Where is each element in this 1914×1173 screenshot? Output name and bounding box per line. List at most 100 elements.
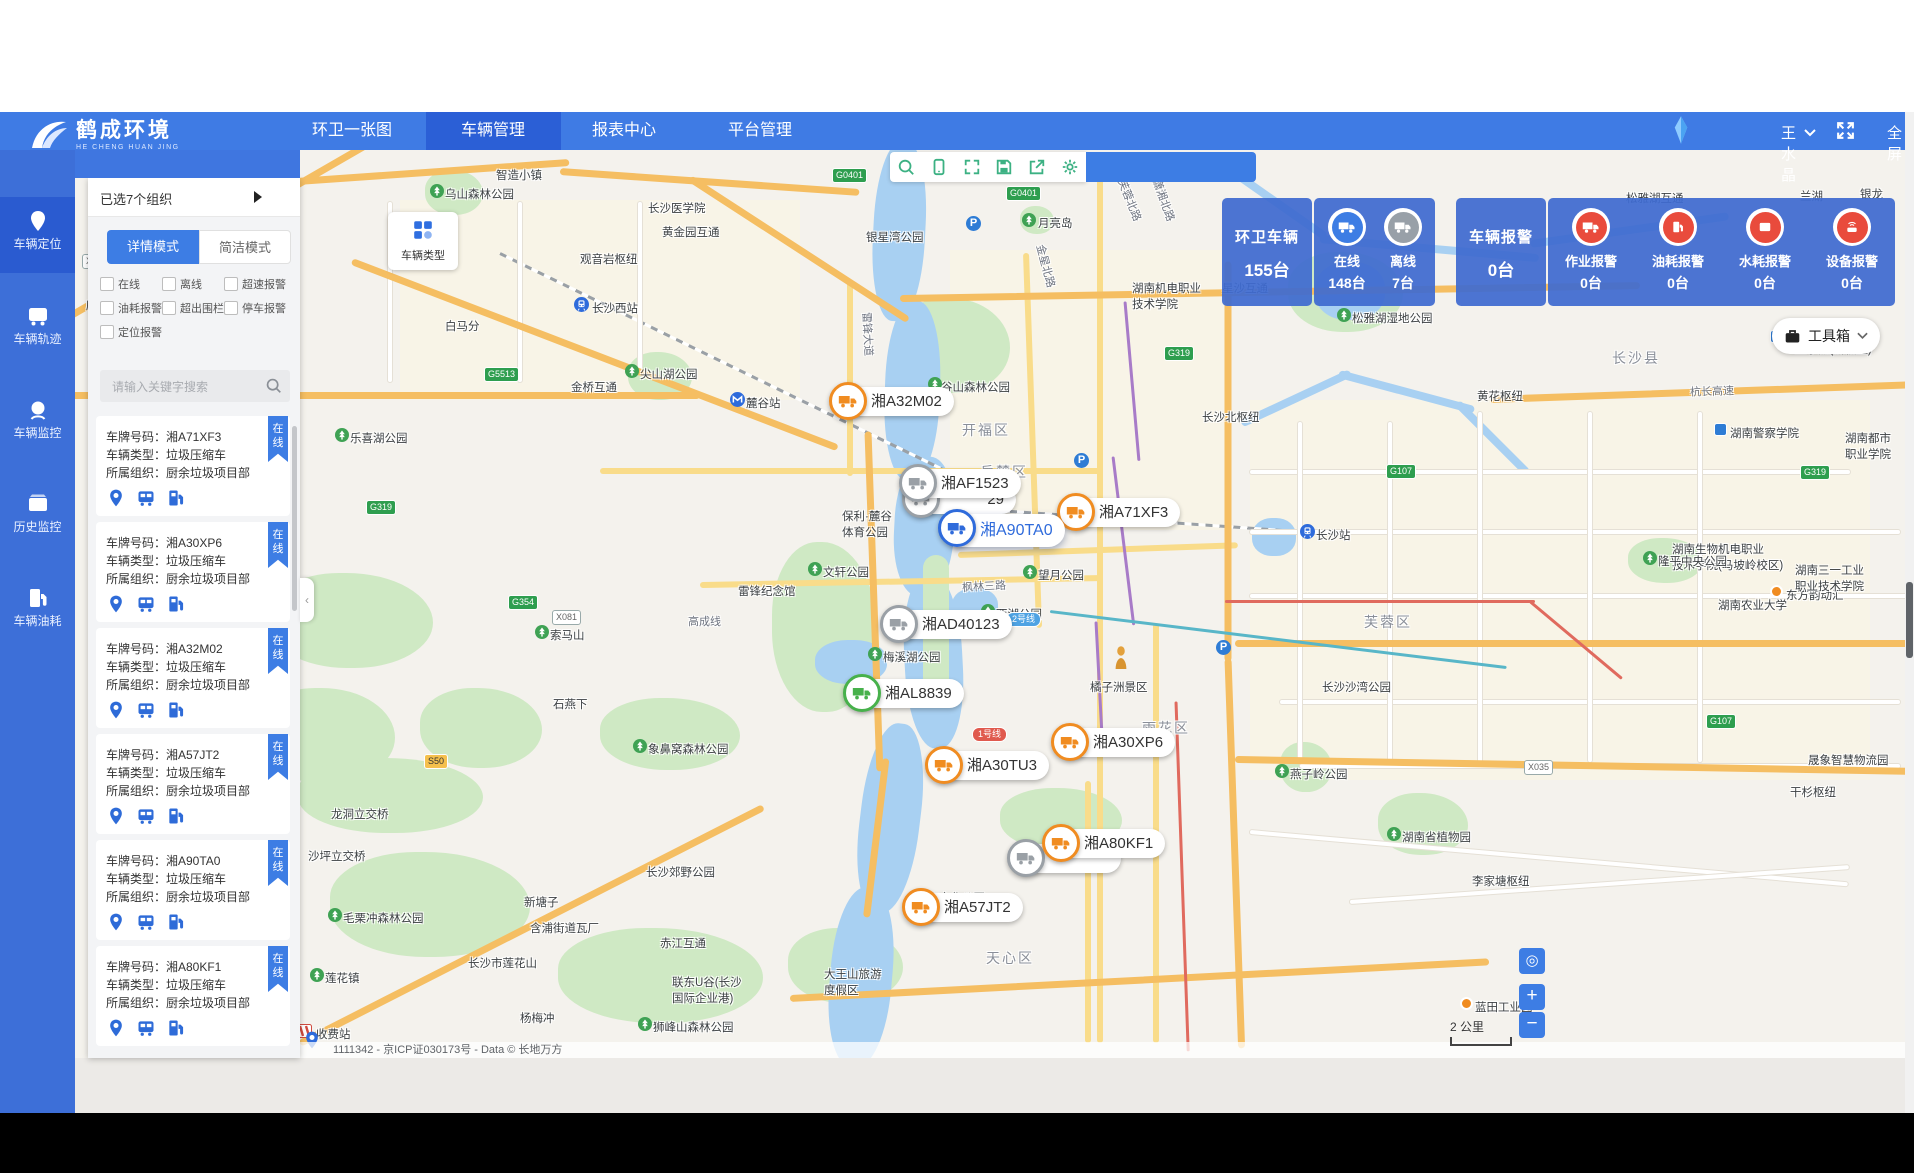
sidebar-item-3[interactable]: 车辆监控 bbox=[0, 386, 75, 462]
map-label: 雷锋大道 bbox=[859, 312, 877, 357]
truck-status-icon bbox=[1572, 208, 1610, 246]
locate-button[interactable]: ◎ bbox=[1519, 948, 1545, 974]
briefcase-icon bbox=[1784, 328, 1801, 345]
vehicle-truck-icon bbox=[1042, 824, 1080, 862]
locate-vehicle-icon[interactable] bbox=[106, 700, 126, 720]
fuel-vehicle-icon[interactable] bbox=[166, 1018, 186, 1038]
vehicle-truck-icon bbox=[899, 464, 937, 502]
page-scrollbar-thumb[interactable] bbox=[1906, 582, 1913, 658]
vehicle-card-1[interactable]: 车牌号码：湘A71XF3车辆类型：垃圾压缩车所属组织：厨余垃圾项目部在线 bbox=[96, 416, 290, 516]
map-label: 白马分 bbox=[445, 318, 480, 334]
checkbox[interactable] bbox=[100, 325, 114, 339]
left-sidebar: 车辆定位车辆轨迹车辆监控历史监控车辆油耗 bbox=[0, 150, 75, 1113]
nav-item-2[interactable]: 车辆管理 bbox=[426, 112, 561, 150]
save-icon[interactable] bbox=[995, 158, 1013, 176]
locate-vehicle-icon[interactable] bbox=[106, 594, 126, 614]
locate-vehicle-icon[interactable] bbox=[106, 488, 126, 508]
sidebar-item-label: 历史监控 bbox=[13, 520, 61, 534]
checkbox[interactable] bbox=[162, 277, 176, 291]
checkbox[interactable] bbox=[224, 277, 238, 291]
expand-right-icon[interactable] bbox=[254, 191, 262, 203]
locate-vehicle-icon[interactable] bbox=[106, 912, 126, 932]
panel-scrollbar[interactable] bbox=[292, 426, 297, 611]
share-icon[interactable] bbox=[1028, 158, 1046, 176]
track-vehicle-icon[interactable] bbox=[136, 912, 156, 932]
track-vehicle-icon[interactable] bbox=[136, 488, 156, 508]
user-avatar[interactable] bbox=[1666, 115, 1696, 145]
sidebar-item-5[interactable]: 车辆油耗 bbox=[0, 574, 75, 650]
map-label: 联东U谷(长沙 国际企业港) bbox=[672, 974, 742, 1006]
nav-item-4[interactable]: 平台管理 bbox=[705, 112, 815, 150]
fullscreen-icon[interactable] bbox=[1835, 120, 1856, 141]
nav-item-3[interactable]: 报表中心 bbox=[569, 112, 679, 150]
track-vehicle-icon[interactable] bbox=[136, 1018, 156, 1038]
search-icon[interactable] bbox=[265, 377, 282, 394]
road-badge: G107 bbox=[1386, 464, 1416, 479]
filter-4[interactable]: 油耗报警 bbox=[100, 300, 162, 316]
toolbox-button[interactable]: 工具箱 bbox=[1772, 318, 1880, 354]
user-name[interactable]: 王水晶 bbox=[1781, 122, 1796, 185]
filter-5[interactable]: 超出围栏 bbox=[162, 300, 224, 316]
sidebar-item-1[interactable]: 车辆定位 bbox=[0, 197, 75, 273]
vehicle-type-label: 车辆类型 bbox=[388, 247, 458, 263]
map-label: 智造小镇 bbox=[496, 167, 542, 183]
track-vehicle-icon[interactable] bbox=[136, 594, 156, 614]
locate-vehicle-icon[interactable] bbox=[106, 1018, 126, 1038]
vehicle-card-3[interactable]: 车牌号码：湘A32M02车辆类型：垃圾压缩车所属组织：厨余垃圾项目部在线 bbox=[96, 628, 290, 728]
search-input[interactable] bbox=[110, 370, 264, 404]
tab-1[interactable]: 详情模式 bbox=[107, 230, 199, 264]
sidebar-item-4[interactable]: 历史监控 bbox=[0, 480, 75, 556]
locate-vehicle-icon[interactable] bbox=[106, 806, 126, 826]
filter-6[interactable]: 停车报警 bbox=[224, 300, 286, 316]
fuel-vehicle-icon[interactable] bbox=[166, 806, 186, 826]
zoom-search-icon[interactable] bbox=[897, 158, 915, 176]
map-label: 莲花镇 bbox=[325, 970, 360, 986]
vehicle-card-5[interactable]: 车牌号码：湘A90TA0车辆类型：垃圾压缩车所属组织：厨余垃圾项目部在线 bbox=[96, 840, 290, 940]
track-vehicle-icon[interactable] bbox=[136, 700, 156, 720]
chevron-down-icon[interactable] bbox=[1804, 124, 1816, 136]
map-label: 燕子岭公园 bbox=[1290, 766, 1348, 782]
stat-column: 作业报警0台 bbox=[1553, 208, 1629, 293]
track-vehicle-icon[interactable] bbox=[136, 806, 156, 826]
nav-item-1[interactable]: 环卫一张图 bbox=[285, 112, 420, 150]
filter-7[interactable]: 定位报警 bbox=[100, 324, 162, 340]
vehicle-card-list: 车牌号码：湘A71XF3车辆类型：垃圾压缩车所属组织：厨余垃圾项目部在线车牌号码… bbox=[88, 416, 300, 1058]
map-label: 湖南农业大学 bbox=[1718, 597, 1787, 613]
device-icon[interactable] bbox=[930, 158, 948, 176]
fuel-vehicle-icon[interactable] bbox=[166, 594, 186, 614]
road-badge: G319 bbox=[1800, 465, 1830, 480]
fullscreen-label[interactable]: 全屏 bbox=[1887, 122, 1902, 164]
vehicle-card-4[interactable]: 车牌号码：湘A57JT2车辆类型：垃圾压缩车所属组织：厨余垃圾项目部在线 bbox=[96, 734, 290, 834]
panel-collapse-button[interactable]: ‹ bbox=[300, 578, 314, 622]
road-badge: G5513 bbox=[484, 367, 519, 382]
vehicle-type-button[interactable]: 车辆类型 bbox=[388, 212, 458, 270]
zoom-out-button[interactable]: − bbox=[1519, 1012, 1545, 1038]
vehicle-type: 车辆类型：垃圾压缩车 bbox=[106, 552, 226, 569]
checkbox[interactable] bbox=[224, 301, 238, 315]
fuel-vehicle-icon[interactable] bbox=[166, 700, 186, 720]
vehicle-truck-icon bbox=[843, 674, 881, 712]
map-label: 隆平中央公园 bbox=[1658, 553, 1727, 569]
road-badge: X035 bbox=[1524, 760, 1553, 775]
vehicle-card-6[interactable]: 车牌号码：湘A80KF1车辆类型：垃圾压缩车所属组织：厨余垃圾项目部在线 bbox=[96, 946, 290, 1046]
map-label: 湖南警察学院 bbox=[1730, 425, 1799, 441]
filter-3[interactable]: 超速报警 bbox=[224, 276, 286, 292]
status-badge: 在线 bbox=[268, 628, 288, 674]
expand-icon[interactable] bbox=[963, 158, 981, 176]
fuel-vehicle-icon[interactable] bbox=[166, 912, 186, 932]
sidebar-item-2[interactable]: 车辆轨迹 bbox=[0, 292, 75, 368]
tab-2[interactable]: 简洁模式 bbox=[199, 230, 291, 264]
filter-1[interactable]: 在线 bbox=[100, 276, 140, 292]
zoom-in-button[interactable]: + bbox=[1519, 984, 1545, 1010]
filter-2[interactable]: 离线 bbox=[162, 276, 202, 292]
checkbox[interactable] bbox=[162, 301, 176, 315]
gear-icon[interactable] bbox=[1061, 158, 1079, 176]
road-badge: G319 bbox=[366, 500, 396, 515]
checkbox[interactable] bbox=[100, 301, 114, 315]
toolbar-active-segment[interactable] bbox=[1086, 152, 1256, 182]
org-selector[interactable]: 已选7个组织 bbox=[88, 178, 300, 217]
stat-count: 0台 bbox=[1814, 273, 1890, 293]
checkbox[interactable] bbox=[100, 277, 114, 291]
vehicle-card-2[interactable]: 车牌号码：湘A30XP6车辆类型：垃圾压缩车所属组织：厨余垃圾项目部在线 bbox=[96, 522, 290, 622]
fuel-vehicle-icon[interactable] bbox=[166, 488, 186, 508]
